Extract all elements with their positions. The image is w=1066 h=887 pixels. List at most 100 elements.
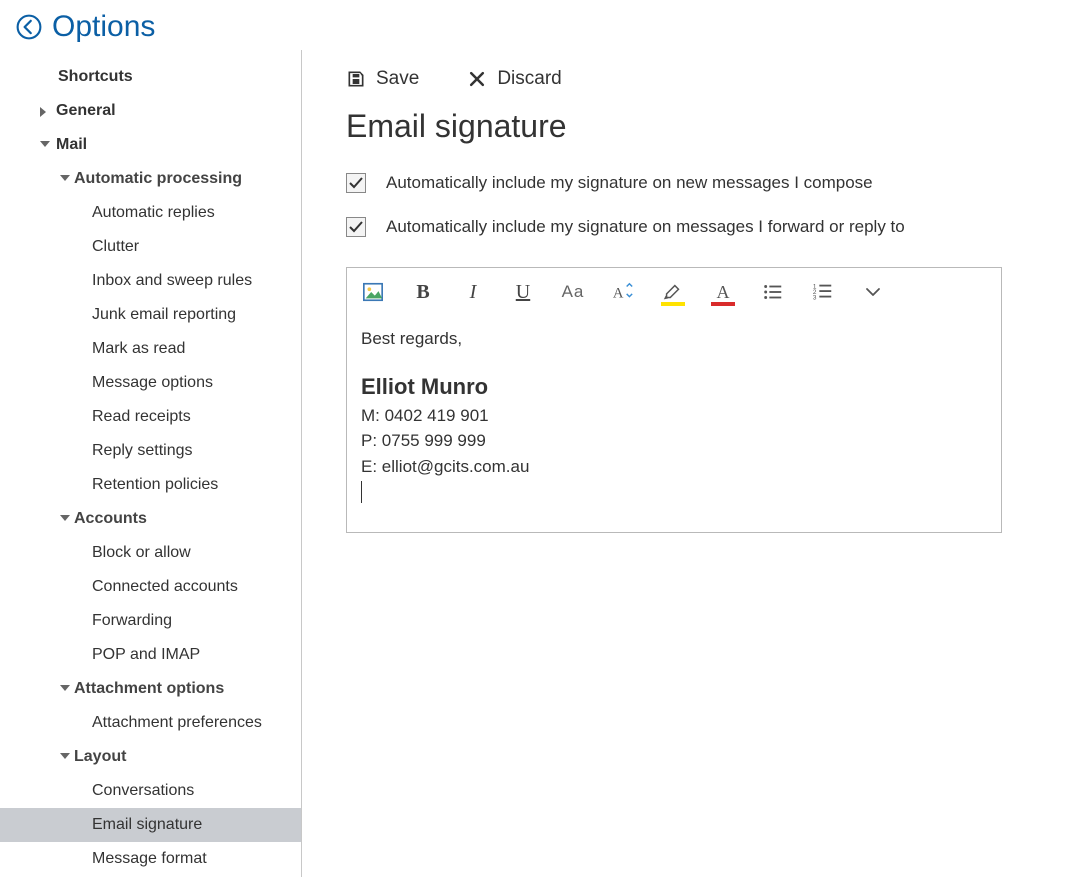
sidebar-item-conversations[interactable]: Conversations	[0, 774, 301, 808]
insert-image-button[interactable]	[361, 280, 385, 304]
sidebar-label: Message format	[92, 850, 207, 868]
font-family-button[interactable]: Aa	[561, 280, 585, 304]
svg-text:3: 3	[813, 294, 817, 301]
chevron-down-icon	[60, 685, 70, 691]
checkbox-label: Automatically include my signature on me…	[386, 217, 905, 237]
sidebar-item-message-format[interactable]: Message format	[0, 842, 301, 876]
sidebar-item-shortcuts[interactable]: Shortcuts	[0, 60, 301, 94]
font-color-button[interactable]: A	[711, 280, 735, 304]
sidebar: Shortcuts General Mail Automatic process…	[0, 50, 302, 877]
sidebar-label: Attachment options	[74, 680, 224, 698]
sidebar-item-block-allow[interactable]: Block or allow	[0, 536, 301, 570]
font-color-icon: A	[717, 282, 730, 303]
font-size-icon: A	[612, 281, 634, 303]
back-arrow-icon	[15, 13, 43, 41]
close-icon	[467, 69, 487, 89]
chevron-down-icon	[864, 283, 882, 301]
save-button[interactable]: Save	[346, 68, 419, 90]
numbering-icon: 1 2 3	[812, 281, 834, 303]
sidebar-label: Clutter	[92, 238, 139, 256]
signature-mobile: M: 0402 419 901	[361, 403, 987, 429]
more-button[interactable]	[861, 280, 885, 304]
sidebar-item-automatic-processing[interactable]: Automatic processing	[0, 162, 301, 196]
checkbox-include-reply[interactable]	[346, 217, 366, 237]
sidebar-label: Conversations	[92, 782, 194, 800]
sidebar-label: Layout	[74, 748, 126, 766]
header: Options	[0, 0, 1066, 50]
page-title: Email signature	[346, 108, 1038, 145]
discard-button[interactable]: Discard	[467, 68, 561, 90]
sidebar-label: Automatic processing	[74, 170, 242, 188]
chevron-right-icon	[40, 107, 46, 117]
sidebar-item-mail[interactable]: Mail	[0, 128, 301, 162]
action-bar: Save Discard	[346, 68, 1038, 90]
sidebar-label: Forwarding	[92, 612, 172, 630]
checkbox-label: Automatically include my signature on ne…	[386, 173, 873, 193]
header-title: Options	[52, 10, 155, 44]
discard-label: Discard	[497, 68, 561, 90]
highlight-icon	[662, 281, 684, 303]
signature-greeting: Best regards,	[361, 326, 987, 352]
sidebar-item-layout[interactable]: Layout	[0, 740, 301, 774]
insert-image-icon	[362, 281, 384, 303]
font-size-button[interactable]: A	[611, 280, 635, 304]
checkbox-include-new[interactable]	[346, 173, 366, 193]
check-icon	[348, 175, 364, 191]
editor-toolbar: B I U Aa A	[347, 268, 1001, 312]
sidebar-item-inbox-sweep[interactable]: Inbox and sweep rules	[0, 264, 301, 298]
sidebar-item-automatic-replies[interactable]: Automatic replies	[0, 196, 301, 230]
sidebar-item-accounts[interactable]: Accounts	[0, 502, 301, 536]
checkbox-row-include-new: Automatically include my signature on ne…	[346, 173, 1038, 193]
sidebar-label: Retention policies	[92, 476, 218, 494]
sidebar-item-message-options[interactable]: Message options	[0, 366, 301, 400]
bullets-button[interactable]	[761, 280, 785, 304]
sidebar-item-attachment-options[interactable]: Attachment options	[0, 672, 301, 706]
sidebar-item-forwarding[interactable]: Forwarding	[0, 604, 301, 638]
sidebar-label: Email signature	[92, 816, 202, 834]
signature-email: E: elliot@gcits.com.au	[361, 454, 987, 480]
sidebar-label: Reply settings	[92, 442, 193, 460]
sidebar-label: Shortcuts	[58, 68, 133, 86]
sidebar-item-connected-accounts[interactable]: Connected accounts	[0, 570, 301, 604]
chevron-down-icon	[60, 753, 70, 759]
check-icon	[348, 219, 364, 235]
signature-editor: B I U Aa A	[346, 267, 1002, 533]
highlight-button[interactable]	[661, 280, 685, 304]
underline-button[interactable]: U	[511, 280, 535, 304]
svg-text:A: A	[613, 286, 624, 302]
sidebar-label: Inbox and sweep rules	[92, 272, 252, 290]
sidebar-label: Automatic replies	[92, 204, 215, 222]
bold-button[interactable]: B	[411, 280, 435, 304]
sidebar-item-junk-email[interactable]: Junk email reporting	[0, 298, 301, 332]
font-color-swatch	[711, 302, 735, 306]
sidebar-item-email-signature[interactable]: Email signature	[0, 808, 301, 842]
numbering-button[interactable]: 1 2 3	[811, 280, 835, 304]
text-cursor	[361, 481, 362, 503]
sidebar-item-clutter[interactable]: Clutter	[0, 230, 301, 264]
chevron-down-icon	[60, 515, 70, 521]
back-button[interactable]	[14, 12, 44, 42]
sidebar-item-reply-settings[interactable]: Reply settings	[0, 434, 301, 468]
save-label: Save	[376, 68, 419, 90]
sidebar-item-pop-imap[interactable]: POP and IMAP	[0, 638, 301, 672]
save-icon	[346, 69, 366, 89]
sidebar-label: General	[56, 102, 116, 120]
sidebar-item-retention-policies[interactable]: Retention policies	[0, 468, 301, 502]
sidebar-label: POP and IMAP	[92, 646, 200, 664]
sidebar-label: Block or allow	[92, 544, 191, 562]
highlight-color-swatch	[661, 302, 685, 306]
italic-button[interactable]: I	[461, 280, 485, 304]
sidebar-item-read-receipts[interactable]: Read receipts	[0, 400, 301, 434]
sidebar-label: Message options	[92, 374, 213, 392]
signature-name: Elliot Munro	[361, 370, 987, 403]
bullets-icon	[762, 281, 784, 303]
sidebar-label: Mail	[56, 136, 87, 154]
sidebar-item-mark-as-read[interactable]: Mark as read	[0, 332, 301, 366]
signature-editor-body[interactable]: Best regards, Elliot Munro M: 0402 419 9…	[347, 312, 1001, 532]
sidebar-item-attachment-preferences[interactable]: Attachment preferences	[0, 706, 301, 740]
chevron-down-icon	[40, 141, 50, 147]
sidebar-label: Mark as read	[92, 340, 185, 358]
content-area: Save Discard Email signature Automatical…	[302, 50, 1066, 877]
sidebar-item-general[interactable]: General	[0, 94, 301, 128]
sidebar-label: Accounts	[74, 510, 147, 528]
